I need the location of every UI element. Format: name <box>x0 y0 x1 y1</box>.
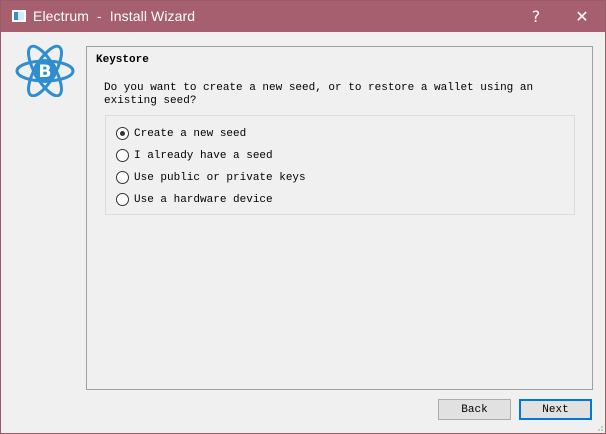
public-private-keys-option[interactable]: Use public or private keys <box>116 169 306 185</box>
resize-grip[interactable] <box>595 423 603 431</box>
already-have-seed-label: I already have a seed <box>134 149 273 162</box>
electrum-logo-icon: B <box>14 43 76 98</box>
keystore-options: Create a new seed I already have a seed … <box>105 115 575 215</box>
create-new-seed-radio[interactable] <box>116 126 129 140</box>
already-have-seed-radio[interactable] <box>116 148 129 162</box>
public-private-keys-radio[interactable] <box>116 170 129 184</box>
already-have-seed-option[interactable]: I already have a seed <box>116 147 273 163</box>
window-title: Electrum - Install Wizard <box>33 8 196 24</box>
hardware-device-option[interactable]: Use a hardware device <box>116 191 273 207</box>
hardware-device-label: Use a hardware device <box>134 193 273 206</box>
bitcoin-symbol: B <box>39 62 52 82</box>
create-new-seed-label: Create a new seed <box>134 127 247 140</box>
keystore-question: Do you want to create a new seed, or to … <box>104 82 534 107</box>
keystore-heading: Keystore <box>96 54 149 66</box>
window-icon <box>12 10 26 22</box>
back-button[interactable]: Back <box>438 399 511 420</box>
close-button[interactable]: ✕ <box>559 1 605 32</box>
electrum-logo-svg: B <box>15 44 75 98</box>
create-new-seed-option[interactable]: Create a new seed <box>116 125 246 141</box>
help-button[interactable]: ? <box>513 1 559 32</box>
title-bar: Electrum - Install Wizard ? ✕ <box>1 1 605 32</box>
hardware-device-radio[interactable] <box>116 192 129 206</box>
public-private-keys-label: Use public or private keys <box>134 171 306 184</box>
keystore-panel: Keystore Do you want to create a new see… <box>86 46 593 390</box>
install-wizard-window: Electrum - Install Wizard ? ✕ B Keystore… <box>0 0 606 434</box>
next-button[interactable]: Next <box>519 399 592 420</box>
